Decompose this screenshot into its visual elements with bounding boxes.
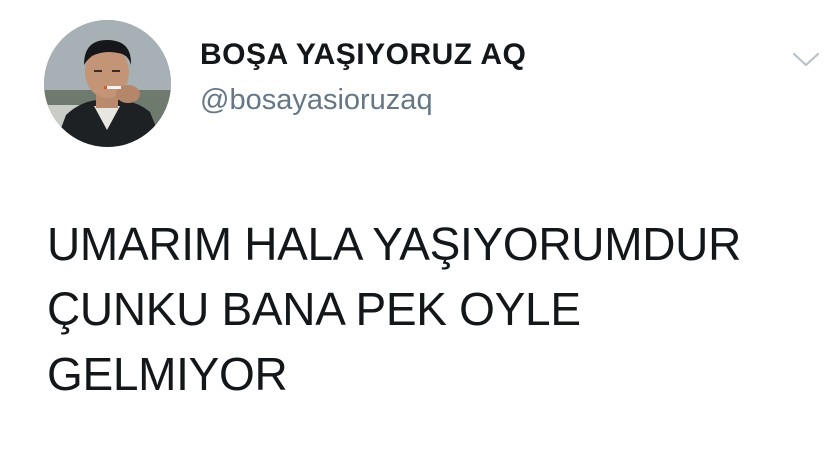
chevron-down-icon[interactable] <box>790 48 822 70</box>
tweet-text-line: GELMIYOR <box>47 348 288 400</box>
profile-photo-icon <box>44 20 171 147</box>
tweet-text-line: UMARIM HALA YAŞIYORUMDUR <box>47 218 741 270</box>
tweet-text-line: ÇUNKU BANA PEK OYLE <box>47 283 581 335</box>
tweet-text: UMARIM HALA YAŞIYORUMDUR ÇUNKU BANA PEK … <box>47 212 827 407</box>
display-name[interactable]: BOŞA YAŞIYORUZ AQ <box>200 38 526 72</box>
avatar[interactable] <box>44 20 171 147</box>
tweet-card: BOŞA YAŞIYORUZ AQ @bosayasioruzaq UMARIM… <box>0 0 827 465</box>
username-handle[interactable]: @bosayasioruzaq <box>200 84 433 117</box>
